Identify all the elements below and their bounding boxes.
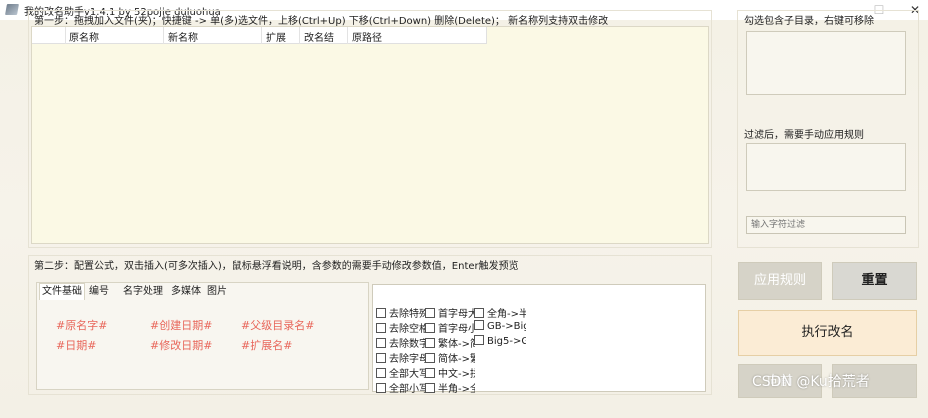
- checkbox-label: 中文->拼: [438, 369, 475, 380]
- checkbox-label: 繁体->简: [438, 339, 475, 350]
- checkbox-box[interactable]: [474, 320, 484, 330]
- app-icon: [5, 4, 19, 15]
- column-rename-result[interactable]: 改名结: [304, 29, 334, 44]
- checkbox-label: 去除空格: [389, 324, 426, 335]
- checkbox-simp-to-trad[interactable]: 简体->繁: [425, 350, 475, 365]
- checkbox-label: 全部大写: [389, 369, 426, 380]
- param-extension[interactable]: #扩展名#: [241, 337, 292, 353]
- tab-image[interactable]: 图片: [205, 284, 229, 300]
- filtered-list[interactable]: [746, 143, 906, 191]
- execute-rename-button[interactable]: 执行改名: [738, 310, 917, 356]
- checkbox-box[interactable]: [474, 308, 484, 318]
- include-subdir-label: 勾选包含子目录，右键可移除: [744, 16, 874, 27]
- param-modify-date[interactable]: #修改日期#: [150, 337, 212, 353]
- checkbox-box[interactable]: [425, 383, 435, 393]
- column-separator[interactable]: [163, 27, 164, 44]
- include-subdir-list[interactable]: [746, 31, 906, 95]
- column-separator[interactable]: [299, 27, 300, 44]
- tab-strip: 文件基础 编号 名字处理 多媒体 图片: [37, 283, 370, 300]
- checkbox-box[interactable]: [425, 353, 435, 363]
- checkbox-first-upper[interactable]: 首字母大: [425, 305, 475, 320]
- column-original-path[interactable]: 原路径: [352, 29, 382, 44]
- checkbox-box[interactable]: [425, 308, 435, 318]
- list-header: 原名称 新名称 扩展 改名结 原路径: [32, 27, 487, 44]
- checkbox-gb-to-big5[interactable]: GB->Big5: [474, 320, 526, 332]
- checkbox-first-lower[interactable]: 首字母小: [425, 320, 475, 335]
- checkbox-box[interactable]: [425, 368, 435, 378]
- step1-label: 第一步：拖拽加入文件(夹)；快捷键 -> 单(多)选文件，上移(Ctrl+Up)…: [34, 16, 609, 27]
- checkbox-half-to-full[interactable]: 半角->全: [425, 380, 475, 395]
- checkbox-box[interactable]: [425, 323, 435, 333]
- column-new-name[interactable]: 新名称: [168, 29, 198, 44]
- checkbox-box[interactable]: [474, 335, 484, 345]
- param-original-name[interactable]: #原名字#: [56, 317, 107, 333]
- checkbox-box[interactable]: [376, 383, 386, 393]
- tab-multimedia[interactable]: 多媒体: [169, 284, 203, 300]
- tab-numbering[interactable]: 编号: [87, 284, 111, 300]
- checkbox-label: GB->Big5: [487, 321, 526, 332]
- tab-file-basics[interactable]: 文件基础: [39, 283, 85, 300]
- checkbox-label: Big5->GB: [487, 336, 526, 347]
- checkbox-label: 首字母大: [438, 309, 475, 320]
- checkbox-box[interactable]: [376, 338, 386, 348]
- column-separator[interactable]: [261, 27, 262, 44]
- options-pane: 去除特殊 去除空格 去除数字 去除字母 全部大写 全部小写 首字母大 首字母小 …: [372, 284, 706, 395]
- param-parent-dir-name[interactable]: #父级目录名#: [241, 317, 314, 333]
- apply-rules-button[interactable]: 应用规则: [738, 262, 822, 300]
- checkbox-all-lower[interactable]: 全部小写: [376, 380, 426, 395]
- checkbox-remove-digits[interactable]: 去除数字: [376, 335, 426, 350]
- checkbox-box[interactable]: [376, 323, 386, 333]
- column-extension[interactable]: 扩展: [266, 29, 286, 44]
- checkbox-box[interactable]: [376, 308, 386, 318]
- column-separator[interactable]: [65, 27, 66, 44]
- checkbox-label: 去除特殊: [389, 309, 426, 320]
- reset-button[interactable]: 重置: [832, 262, 917, 300]
- checkbox-box[interactable]: [425, 338, 435, 348]
- checkbox-box[interactable]: [376, 368, 386, 378]
- checkbox-trad-to-simp[interactable]: 繁体->简: [425, 335, 475, 350]
- checkbox-remove-space[interactable]: 去除空格: [376, 320, 426, 335]
- checkbox-label: 首字母小: [438, 324, 475, 335]
- checkbox-full-to-half[interactable]: 全角->半: [474, 305, 526, 320]
- checkbox-label: 全角->半: [487, 309, 526, 320]
- checkbox-label: 简体->繁: [438, 354, 475, 365]
- watermark: CSDN @Ku拾荒者: [752, 374, 870, 390]
- filter-label: 过滤后，需要手动应用规则: [744, 130, 864, 141]
- file-list[interactable]: 原名称 新名称 扩展 改名结 原路径: [31, 26, 709, 244]
- tab-name-processing[interactable]: 名字处理: [121, 284, 165, 300]
- checkbox-big5-to-gb[interactable]: Big5->GB: [474, 335, 526, 347]
- checkbox-box[interactable]: [376, 353, 386, 363]
- checkbox-chinese-to-pinyin[interactable]: 中文->拼: [425, 365, 475, 380]
- checkbox-label: 全部小写: [389, 384, 426, 395]
- checkbox-label: 去除字母: [389, 354, 426, 365]
- step2-label: 第二步：配置公式，双击插入(可多次插入)，鼠标悬浮看说明，含参数的需要手动修改参…: [34, 261, 519, 272]
- formula-tabs-pane: 文件基础 编号 名字处理 多媒体 图片 #原名字# #创建日期# #父级目录名#…: [36, 282, 369, 390]
- param-date[interactable]: #日期#: [56, 337, 96, 353]
- checkbox-all-upper[interactable]: 全部大写: [376, 365, 426, 380]
- checkbox-remove-special[interactable]: 去除特殊: [376, 305, 426, 320]
- column-original-name[interactable]: 原名称: [69, 29, 99, 44]
- param-create-date[interactable]: #创建日期#: [150, 317, 212, 333]
- filter-input[interactable]: [746, 216, 906, 234]
- column-separator[interactable]: [347, 27, 348, 44]
- checkbox-label: 半角->全: [438, 384, 475, 395]
- checkbox-remove-letters[interactable]: 去除字母: [376, 350, 426, 365]
- checkbox-label: 去除数字: [389, 339, 426, 350]
